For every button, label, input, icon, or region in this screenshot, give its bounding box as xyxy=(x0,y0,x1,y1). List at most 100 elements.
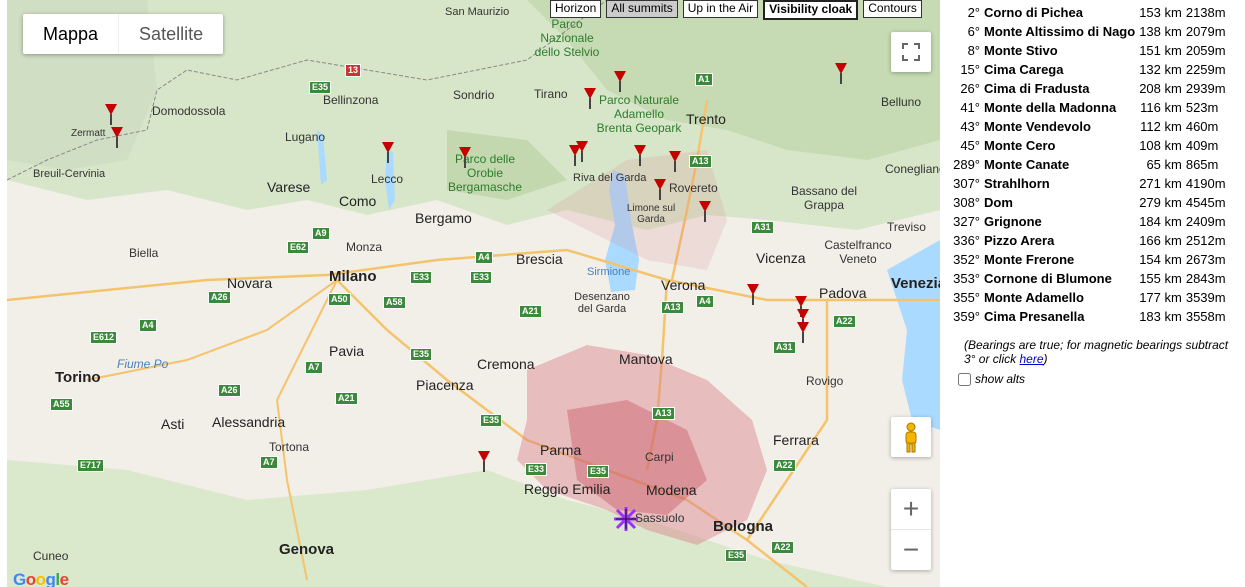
summit-row[interactable]: 45° Monte Cero 108 km 409m xyxy=(948,136,1228,155)
summit-row[interactable]: 359° Cima Presanella 183 km 3558m xyxy=(948,307,1228,326)
summit-row[interactable]: 307° Strahlhorn 271 km 4190m xyxy=(948,174,1228,193)
summit-row[interactable]: 327° Grignone 184 km 2409m xyxy=(948,212,1228,231)
summit-name[interactable]: Pizzo Arera xyxy=(982,231,1137,250)
summit-name[interactable]: Cima Presanella xyxy=(982,307,1137,326)
all-summits-button[interactable]: All summits xyxy=(606,0,678,18)
summit-marker[interactable] xyxy=(478,451,490,472)
summit-marker[interactable] xyxy=(654,179,666,200)
summit-name[interactable]: Monte Altissimo di Nago xyxy=(982,22,1137,41)
summit-name[interactable]: Monte Frerone xyxy=(982,250,1137,269)
map-label-venezia: Venezia xyxy=(891,275,940,292)
summit-row[interactable]: 2° Corno di Pichea 153 km 2138m xyxy=(948,3,1228,22)
road-shield: A58 xyxy=(383,296,406,309)
summit-altitude: 2409m xyxy=(1185,214,1226,229)
summit-name[interactable]: Cima di Fradusta xyxy=(982,79,1137,98)
summit-marker[interactable] xyxy=(105,104,117,125)
summit-bearing: 2° xyxy=(967,5,980,20)
road-shield: A1 xyxy=(695,73,713,86)
summit-row[interactable]: 353° Cornone di Blumone 155 km 2843m xyxy=(948,269,1228,288)
zoom-in-button[interactable]: + xyxy=(891,489,931,530)
summit-marker[interactable] xyxy=(111,127,123,148)
summit-marker[interactable] xyxy=(459,147,471,168)
fullscreen-button[interactable] xyxy=(891,32,931,72)
map-type-map-button[interactable]: Mappa xyxy=(23,14,118,54)
summit-marker[interactable] xyxy=(699,201,711,222)
summit-name[interactable]: Corno di Pichea xyxy=(982,3,1137,22)
summit-name[interactable]: Cima Carega xyxy=(982,60,1137,79)
summit-bearing: 41° xyxy=(960,100,980,115)
summit-name[interactable]: Monte Vendevolo xyxy=(982,117,1137,136)
summit-name[interactable]: Dom xyxy=(982,193,1137,212)
map-label-torino: Torino xyxy=(55,369,101,386)
summit-marker[interactable] xyxy=(614,71,626,92)
summit-marker[interactable] xyxy=(797,322,809,343)
summit-marker[interactable] xyxy=(634,145,646,166)
summit-row[interactable]: 15° Cima Carega 132 km 2259m xyxy=(948,60,1228,79)
summit-distance: 184 km xyxy=(1139,214,1182,229)
summit-altitude: 409m xyxy=(1185,138,1219,153)
summit-bearing: 45° xyxy=(960,138,980,153)
map-label-stelvio: Parco Nazionale dello Stelvio xyxy=(534,17,600,59)
viewpoint-icon[interactable] xyxy=(613,506,639,532)
summit-row[interactable]: 336° Pizzo Arera 166 km 2512m xyxy=(948,231,1228,250)
road-shield: A21 xyxy=(335,392,358,405)
map-label-piacenza: Piacenza xyxy=(416,377,474,393)
show-alts-toggle[interactable]: show alts xyxy=(956,372,1245,386)
summit-row[interactable]: 26° Cima di Fradusta 208 km 2939m xyxy=(948,79,1228,98)
summit-bearing: 8° xyxy=(967,43,980,58)
summit-row[interactable]: 352° Monte Frerone 154 km 2673m xyxy=(948,250,1228,269)
summit-marker[interactable] xyxy=(576,141,588,162)
summit-bearing: 327° xyxy=(953,214,980,229)
summit-name[interactable]: Monte della Madonna xyxy=(982,98,1137,117)
road-shield: A7 xyxy=(305,361,323,374)
map-label-lecco: Lecco xyxy=(371,172,404,186)
summit-row[interactable]: 289° Monte Canate 65 km 865m xyxy=(948,155,1228,174)
summit-marker[interactable] xyxy=(747,284,759,305)
summit-name[interactable]: Monte Cero xyxy=(982,136,1137,155)
road-shield: E35 xyxy=(587,465,610,478)
summit-altitude: 460m xyxy=(1185,119,1219,134)
summit-row[interactable]: 43° Monte Vendevolo 112 km 460m xyxy=(948,117,1228,136)
map-label-rovereto: Rovereto xyxy=(669,181,718,195)
road-shield: E35 xyxy=(725,549,748,562)
summit-altitude: 2079m xyxy=(1185,24,1226,39)
summit-row[interactable]: 355° Monte Adamello 177 km 3539m xyxy=(948,288,1228,307)
summit-row[interactable]: 8° Monte Stivo 151 km 2059m xyxy=(948,41,1228,60)
zoom-out-button[interactable]: − xyxy=(891,530,931,570)
summit-altitude: 2843m xyxy=(1185,271,1226,286)
map-label-bologna: Bologna xyxy=(713,518,773,535)
road-shield: A22 xyxy=(773,459,796,472)
summit-row[interactable]: 41° Monte della Madonna 116 km 523m xyxy=(948,98,1228,117)
summit-marker[interactable] xyxy=(669,151,681,172)
summit-row[interactable]: 6° Monte Altissimo di Nago 138 km 2079m xyxy=(948,22,1228,41)
horizon-button[interactable]: Horizon xyxy=(550,0,602,18)
show-alts-checkbox[interactable] xyxy=(958,372,971,386)
summit-marker[interactable] xyxy=(584,88,596,109)
contours-button[interactable]: Contours xyxy=(863,0,922,18)
summit-name[interactable]: Cornone di Blumone xyxy=(982,269,1137,288)
summit-bearing: 359° xyxy=(953,309,980,324)
summit-marker[interactable] xyxy=(797,309,809,330)
summit-marker[interactable] xyxy=(795,296,807,317)
google-logo: Google xyxy=(13,570,69,587)
summit-marker[interactable] xyxy=(835,63,847,84)
summit-altitude: 4545m xyxy=(1185,195,1226,210)
map-label-tortona: Tortona xyxy=(269,440,310,454)
summit-name[interactable]: Monte Canate xyxy=(982,155,1137,174)
road-shield: A50 xyxy=(328,293,351,306)
road-shield: E33 xyxy=(470,271,493,284)
summit-name[interactable]: Monte Stivo xyxy=(982,41,1137,60)
map-type-satellite-button[interactable]: Satellite xyxy=(118,14,223,54)
summit-row[interactable]: 308° Dom 279 km 4545m xyxy=(948,193,1228,212)
magnetic-bearing-link[interactable]: here xyxy=(1019,352,1043,366)
summit-name[interactable]: Monte Adamello xyxy=(982,288,1137,307)
up-in-the-air-button[interactable]: Up in the Air xyxy=(682,0,759,18)
summit-name[interactable]: Grignone xyxy=(982,212,1137,231)
visibility-cloak-button[interactable]: Visibility cloak xyxy=(763,0,859,20)
map-label-riva: Riva del Garda xyxy=(573,172,647,184)
summit-name[interactable]: Strahlhorn xyxy=(982,174,1137,193)
map-view[interactable]: Milano Torino Genova Bologna Verona Bres… xyxy=(7,0,940,587)
street-view-button[interactable] xyxy=(891,417,931,457)
summit-bearing: 353° xyxy=(953,271,980,286)
summit-marker[interactable] xyxy=(382,142,394,163)
